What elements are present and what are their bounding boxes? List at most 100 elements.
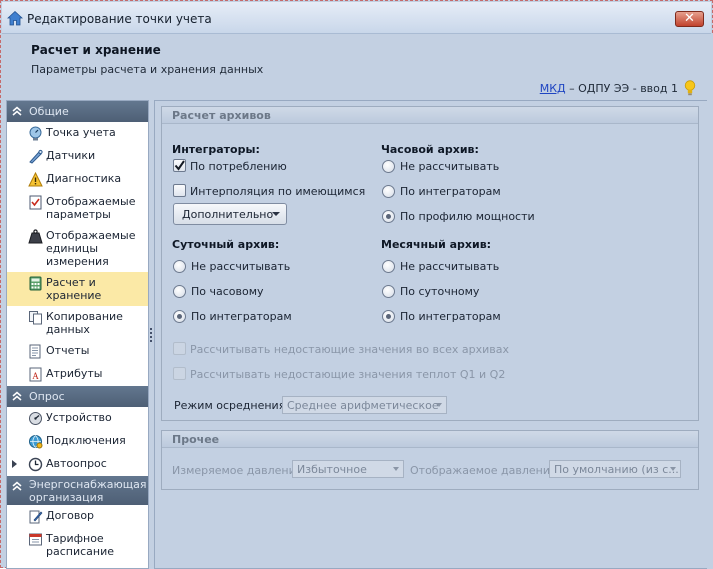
hourly-power-profile-label[interactable]: По профилю мощности <box>400 210 535 223</box>
measured-pressure-label: Измеряемое давление: <box>172 464 307 477</box>
chevron-down-icon <box>436 403 442 407</box>
window-title: Редактирование точки учета <box>27 12 212 26</box>
sidebar-group-general[interactable]: Общие <box>7 101 148 122</box>
weight-icon <box>28 229 43 244</box>
daily-integrators-label[interactable]: По интеграторам <box>191 310 292 323</box>
daily-integrators-radio[interactable] <box>173 310 186 323</box>
collapse-chevron-icon[interactable] <box>11 480 23 492</box>
meter-icon <box>29 126 42 141</box>
hourly-archive-label: Часовой архив: <box>381 143 479 156</box>
sidebar-item-attributes[interactable]: A Атрибуты <box>7 363 148 386</box>
monthly-integrators-label[interactable]: По интеграторам <box>400 310 501 323</box>
by-consumption-label[interactable]: По потреблению <box>190 160 287 173</box>
sensor-icon <box>29 149 43 164</box>
displayed-pressure-select[interactable]: По умолчанию (из с... <box>549 460 681 478</box>
archive-calculation-group: Расчет архивов Интеграторы: По потреблен… <box>161 106 699 421</box>
interpolation-label[interactable]: Интерполяция по имеющимся <box>190 185 365 198</box>
hourly-none-label[interactable]: Не рассчитывать <box>400 160 499 173</box>
sidebar-item-connections[interactable]: Подключения <box>7 430 148 453</box>
sidebar-item-label: Устройство <box>46 411 112 424</box>
sidebar-item-displayed-units[interactable]: Отображаемые единицы измерения <box>7 225 148 272</box>
monthly-integrators-radio[interactable] <box>382 310 395 323</box>
device-icon <box>29 412 42 425</box>
title-bar[interactable]: Редактирование точки учета ✕ <box>2 2 711 34</box>
daily-hourly-label[interactable]: По часовому <box>191 285 264 298</box>
missing-values-all-label: Рассчитывать недостающие значения во все… <box>190 343 509 356</box>
collapse-chevron-icon[interactable] <box>11 390 23 402</box>
sidebar-item-label: Отображаемые единицы измерения <box>46 229 136 268</box>
sidebar-item-label: Датчики <box>46 149 96 162</box>
chevron-down-icon <box>670 467 676 471</box>
interpolation-checkbox[interactable] <box>173 184 186 197</box>
sidebar-item-auto-polling[interactable]: Автоопрос <box>7 453 148 476</box>
page-header: Расчет и хранение Параметры расчета и хр… <box>6 35 706 98</box>
attribute-icon: A <box>29 367 42 382</box>
hourly-none-radio[interactable] <box>382 160 395 173</box>
sidebar-item-metering-point[interactable]: Точка учета <box>7 122 148 145</box>
report-icon <box>29 344 41 359</box>
sidebar-item-label: Диагностика <box>46 172 122 185</box>
sidebar-item-label: Отображаемые параметры <box>46 195 136 221</box>
measured-pressure-select[interactable]: Избыточное <box>292 460 404 478</box>
checklist-icon <box>29 195 42 210</box>
monthly-daily-label[interactable]: По суточному <box>400 285 479 298</box>
splitter-grip[interactable] <box>150 328 153 342</box>
daily-none-label[interactable]: Не рассчитывать <box>191 260 290 273</box>
integrators-label: Интеграторы: <box>172 143 260 156</box>
daily-archive-label: Суточный архив: <box>172 238 280 251</box>
missing-values-q-label: Рассчитывать недостающие значения теплот… <box>190 368 506 381</box>
sidebar-item-sensors[interactable]: Датчики <box>7 145 148 168</box>
monthly-daily-radio[interactable] <box>382 285 395 298</box>
monthly-none-label[interactable]: Не рассчитывать <box>400 260 499 273</box>
sidebar-item-displayed-parameters[interactable]: Отображаемые параметры <box>7 191 148 225</box>
edit-metering-point-window: Редактирование точки учета ✕ Расчет и хр… <box>0 0 713 569</box>
window-right-border <box>707 35 713 569</box>
contract-icon <box>29 510 43 524</box>
other-settings-group: Прочее Измеряемое давление: Избыточное О… <box>161 430 699 490</box>
measured-pressure-value: Избыточное <box>297 463 367 476</box>
calculator-icon <box>29 276 42 291</box>
sidebar-item-diagnostics[interactable]: Диагностика <box>7 168 148 191</box>
more-options-label: Дополнительно <box>182 208 274 221</box>
hourly-power-profile-radio[interactable] <box>382 210 395 223</box>
averaging-mode-select[interactable]: Среднее арифметическое <box>282 396 447 414</box>
sidebar-group-label: Энергоснабжающая организация <box>29 478 147 504</box>
chevron-down-icon <box>272 212 280 216</box>
sidebar-group-energy-supplier[interactable]: Энергоснабжающая организация <box>7 476 148 505</box>
daily-hourly-radio[interactable] <box>173 285 186 298</box>
monthly-archive-label: Месячный архив: <box>381 238 492 251</box>
sidebar-item-label: Автоопрос <box>46 457 107 470</box>
hourly-integrators-label[interactable]: По интеграторам <box>400 185 501 198</box>
monthly-none-radio[interactable] <box>382 260 395 273</box>
page-title: Расчет и хранение <box>31 43 161 57</box>
hourly-integrators-radio[interactable] <box>382 185 395 198</box>
connection-icon <box>29 435 43 449</box>
sidebar-item-label: Атрибуты <box>46 367 103 380</box>
sidebar-item-copy-data[interactable]: Копирование данных <box>7 306 148 340</box>
sidebar-item-calculation-storage[interactable]: Расчет и хранение <box>7 272 148 306</box>
averaging-mode-label: Режим осреднения: <box>174 399 290 412</box>
lightbulb-icon[interactable] <box>684 80 696 96</box>
missing-values-all-checkbox[interactable] <box>173 342 186 355</box>
sidebar-item-label: Подключения <box>46 434 126 447</box>
sidebar-item-label: Отчеты <box>46 344 90 357</box>
tariff-icon <box>29 533 42 546</box>
sidebar-item-contract[interactable]: Договор <box>7 505 148 528</box>
sidebar-item-reports[interactable]: Отчеты <box>7 340 148 363</box>
sidebar-item-device[interactable]: Устройство <box>7 407 148 430</box>
more-options-dropdown-button[interactable]: Дополнительно <box>173 203 287 225</box>
checkmark-icon <box>174 160 185 171</box>
sidebar-item-label: Точка учета <box>46 126 116 139</box>
displayed-pressure-label: Отображаемое давление: <box>410 464 561 477</box>
collapse-chevron-icon[interactable] <box>11 105 23 117</box>
sidebar-item-tariff-schedule[interactable]: Тарифное расписание <box>7 528 148 562</box>
missing-values-q-checkbox[interactable] <box>173 367 186 380</box>
sidebar-group-polling[interactable]: Опрос <box>7 386 148 407</box>
navigation-sidebar: Общие Точка учета Датчики Диагностика От… <box>6 100 149 569</box>
breadcrumb-link-mkd[interactable]: МКД <box>540 82 566 95</box>
daily-none-radio[interactable] <box>173 260 186 273</box>
sidebar-group-label: Опрос <box>29 390 65 403</box>
close-button[interactable]: ✕ <box>675 11 704 27</box>
by-consumption-checkbox[interactable] <box>173 159 186 172</box>
expand-arrow-icon[interactable] <box>12 460 17 468</box>
